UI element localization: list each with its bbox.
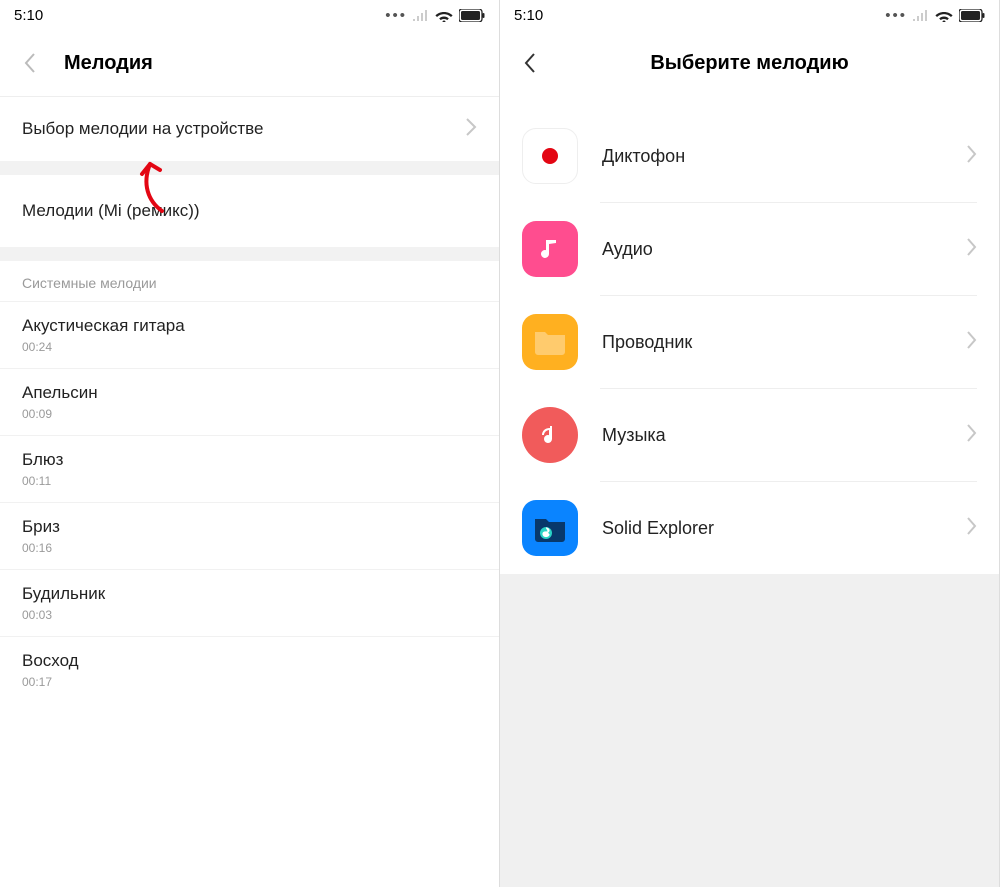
app-row-audio[interactable]: Аудио: [500, 203, 999, 295]
app-label: Solid Explorer: [602, 518, 714, 539]
ringtone-duration: 00:17: [22, 675, 477, 689]
app-label: Аудио: [602, 239, 653, 260]
app-row-solidexplorer[interactable]: Solid Explorer: [500, 482, 999, 574]
solidexplorer-icon: [522, 500, 578, 556]
row-label: Выбор мелодии на устройстве: [22, 119, 263, 139]
ringtone-name: Бриз: [22, 517, 477, 537]
current-ringtone-label: Мелодии (Mi (ремикс)): [22, 201, 200, 221]
ringtone-duration: 00:16: [22, 541, 477, 555]
battery-icon: [959, 9, 985, 22]
ringtone-row[interactable]: Будильник 00:03: [0, 569, 499, 636]
chevron-left-icon: [523, 52, 537, 74]
ringtone-row[interactable]: Апельсин 00:09: [0, 368, 499, 435]
ringtone-row[interactable]: Блюз 00:11: [0, 435, 499, 502]
section-gap: [0, 161, 499, 175]
chevron-right-icon: [967, 424, 977, 447]
page-header: Выберите мелодию: [500, 30, 999, 96]
chevron-left-icon: [23, 52, 37, 74]
page-title: Мелодия: [64, 52, 153, 75]
ringtone-duration: 00:03: [22, 608, 477, 622]
statusbar-right: •••: [385, 7, 485, 24]
app-row-recorder[interactable]: Диктофон: [500, 110, 999, 202]
phone-screen-right: 5:10 ••• Выберите мелодию Диктофон Аудио: [500, 0, 1000, 887]
app-label: Проводник: [602, 332, 692, 353]
empty-area: [500, 574, 999, 887]
ringtone-duration: 00:24: [22, 340, 477, 354]
ringtone-name: Апельсин: [22, 383, 477, 403]
statusbar-time: 5:10: [514, 7, 543, 24]
music-icon: [522, 407, 578, 463]
back-button[interactable]: [18, 51, 42, 75]
section-header: Системные мелодии: [0, 261, 499, 301]
signal-icon: [913, 9, 929, 21]
ringtone-name: Акустическая гитара: [22, 316, 477, 336]
page-title: Выберите мелодию: [500, 52, 999, 75]
select-on-device-row[interactable]: Выбор мелодии на устройстве: [0, 97, 499, 161]
ringtone-row[interactable]: Бриз 00:16: [0, 502, 499, 569]
chevron-right-icon: [967, 145, 977, 168]
signal-icon: [413, 9, 429, 21]
back-button[interactable]: [518, 51, 542, 75]
app-label: Музыка: [602, 425, 666, 446]
audio-icon: [522, 221, 578, 277]
statusbar: 5:10 •••: [0, 0, 499, 30]
ringtone-list: Акустическая гитара 00:24 Апельсин 00:09…: [0, 301, 499, 703]
recorder-icon: [522, 128, 578, 184]
ringtone-duration: 00:09: [22, 407, 477, 421]
chevron-right-icon: [967, 238, 977, 261]
filemanager-icon: [522, 314, 578, 370]
statusbar-right: •••: [885, 7, 985, 24]
phone-screen-left: 5:10 ••• Мелодия Выбор мелодии на устрой…: [0, 0, 500, 887]
section-gap: [0, 247, 499, 261]
app-row-music[interactable]: Музыка: [500, 389, 999, 481]
current-ringtone-row[interactable]: Мелодии (Mi (ремикс)): [0, 175, 499, 247]
app-row-filemanager[interactable]: Проводник: [500, 296, 999, 388]
chevron-right-icon: [465, 117, 477, 142]
menu-dots-icon: •••: [885, 7, 907, 24]
menu-dots-icon: •••: [385, 7, 407, 24]
statusbar: 5:10 •••: [500, 0, 999, 30]
wifi-icon: [435, 9, 453, 22]
chevron-right-icon: [967, 517, 977, 540]
battery-icon: [459, 9, 485, 22]
app-label: Диктофон: [602, 146, 685, 167]
ringtone-name: Восход: [22, 651, 477, 671]
ringtone-duration: 00:11: [22, 474, 477, 488]
chevron-right-icon: [967, 331, 977, 354]
wifi-icon: [935, 9, 953, 22]
ringtone-name: Блюз: [22, 450, 477, 470]
ringtone-name: Будильник: [22, 584, 477, 604]
ringtone-row[interactable]: Акустическая гитара 00:24: [0, 301, 499, 368]
ringtone-row[interactable]: Восход 00:17: [0, 636, 499, 703]
statusbar-time: 5:10: [14, 7, 43, 24]
page-header: Мелодия: [0, 30, 499, 96]
